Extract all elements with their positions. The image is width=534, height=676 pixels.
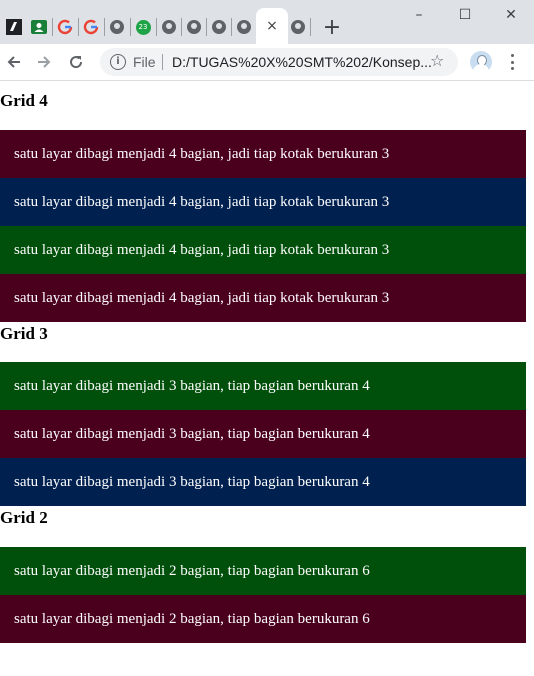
grid-box: satu layar dibagi menjadi 2 bagian, tiap… (0, 547, 526, 595)
grid-box: satu layar dibagi menjadi 3 bagian, tiap… (0, 458, 526, 506)
section-heading-grid-3: Grid 3 (0, 324, 48, 343)
notification-badge-icon: 23 (135, 19, 151, 35)
globe-icon (109, 19, 125, 35)
browser-toolbar: i File D:/TUGAS%20X%20SMT%202/Konsep... … (0, 44, 534, 81)
tab-11[interactable] (286, 12, 310, 42)
info-icon[interactable]: i (110, 54, 126, 70)
grid-box: satu layar dibagi menjadi 4 bagian, jadi… (0, 178, 526, 226)
close-tab-icon[interactable]: × (266, 18, 278, 34)
tab-7[interactable] (157, 12, 181, 42)
google-icon (57, 19, 73, 35)
google-icon (83, 19, 99, 35)
globe-icon (211, 19, 227, 35)
tab-strip: 23 × + – ☐ ✕ (0, 0, 534, 44)
tab-3[interactable] (53, 12, 77, 42)
minimize-button[interactable]: – (404, 4, 434, 26)
bookmark-star-icon[interactable]: ☆ (430, 51, 444, 70)
url-text[interactable]: D:/TUGAS%20X%20SMT%202/Konsep... (172, 54, 432, 70)
grid-box: satu layar dibagi menjadi 4 bagian, jadi… (0, 226, 526, 274)
reload-button[interactable] (64, 50, 88, 74)
grid-box: satu layar dibagi menjadi 3 bagian, tiap… (0, 362, 526, 410)
tab-6[interactable]: 23 (131, 12, 155, 42)
tab-9[interactable] (207, 12, 231, 42)
globe-icon (186, 19, 202, 35)
url-scheme: File (133, 54, 156, 70)
globe-icon (290, 19, 306, 35)
tab-favicon-icon (6, 19, 22, 35)
reload-icon (70, 56, 83, 69)
browser-chrome: 23 × + – ☐ ✕ i File D:/TUGAS%20X%20SMT%2… (0, 0, 534, 81)
tab-10[interactable] (232, 12, 256, 42)
tab-5[interactable] (105, 12, 129, 42)
address-bar[interactable]: i File D:/TUGAS%20X%20SMT%202/Konsep... … (100, 48, 458, 76)
new-tab-button[interactable]: + (320, 12, 344, 42)
section-heading-grid-4: Grid 4 (0, 91, 48, 110)
profile-avatar[interactable] (470, 51, 492, 73)
badge-count: 23 (135, 19, 151, 35)
forward-button[interactable] (32, 50, 56, 74)
grid-box: satu layar dibagi menjadi 2 bagian, tiap… (0, 595, 526, 643)
grid-box: satu layar dibagi menjadi 3 bagian, tiap… (0, 410, 526, 458)
globe-icon (161, 19, 177, 35)
menu-icon[interactable] (504, 54, 520, 70)
tab-2[interactable] (27, 12, 51, 42)
grid-box: satu layar dibagi menjadi 4 bagian, jadi… (0, 274, 526, 322)
tab-8[interactable] (182, 12, 206, 42)
back-arrow-icon (7, 56, 20, 68)
contact-card-icon (31, 19, 47, 35)
back-button[interactable] (2, 50, 26, 74)
active-tab[interactable]: × (256, 8, 288, 44)
maximize-button[interactable]: ☐ (450, 4, 480, 26)
tab-1[interactable] (2, 12, 26, 42)
tab-4[interactable] (79, 12, 103, 42)
forward-arrow-icon (38, 56, 51, 68)
section-heading-grid-2: Grid 2 (0, 508, 48, 527)
grid-box: satu layar dibagi menjadi 4 bagian, jadi… (0, 130, 526, 178)
globe-icon (236, 19, 252, 35)
close-window-button[interactable]: ✕ (496, 4, 526, 26)
